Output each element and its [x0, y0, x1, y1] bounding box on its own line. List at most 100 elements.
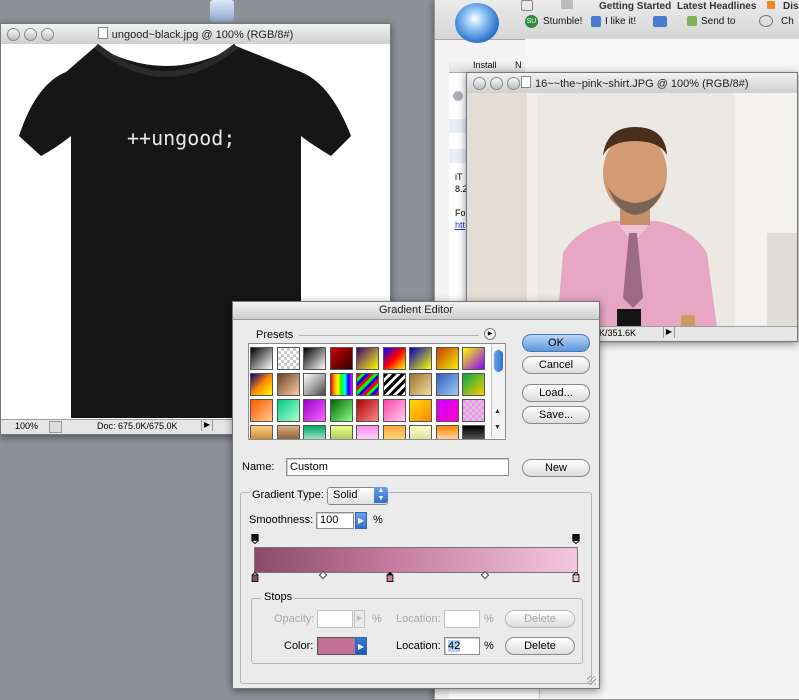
stops-label: Stops: [261, 591, 296, 603]
scroll-up-arrow-icon[interactable]: ▲: [494, 408, 501, 415]
scroll-thumb[interactable]: [494, 350, 503, 372]
preset-swatch[interactable]: [276, 373, 300, 396]
status-menu-arrow-icon[interactable]: ▶: [663, 327, 675, 338]
color-stop-right[interactable]: [572, 572, 580, 582]
preset-swatch[interactable]: [356, 347, 379, 370]
color-delete-button[interactable]: Delete: [505, 637, 575, 655]
color-picker-arrow-icon[interactable]: ▶: [355, 637, 367, 655]
preset-swatch[interactable]: [409, 347, 432, 370]
thumbs-down-icon[interactable]: [653, 16, 667, 27]
status-menu-arrow-icon[interactable]: ▶: [201, 420, 213, 431]
gradient-preview-bar[interactable]: [254, 547, 578, 573]
column-n[interactable]: N: [515, 60, 522, 70]
status-icon[interactable]: [49, 421, 62, 433]
smoothness-input[interactable]: 100: [316, 512, 354, 529]
stumble-icon: SU: [525, 15, 538, 28]
resize-grip-icon[interactable]: [587, 676, 596, 685]
zoom-level[interactable]: 100%: [15, 421, 38, 431]
color-stop-left[interactable]: [251, 572, 259, 582]
bookmarks-bar: Getting Started Latest Headlines Disney: [521, 0, 799, 13]
color-label: Color:: [284, 640, 314, 652]
bookmark-getting-started[interactable]: Getting Started: [599, 1, 671, 12]
preset-swatch[interactable]: [356, 373, 379, 396]
minimize-button[interactable]: [490, 77, 503, 90]
preset-swatch[interactable]: [409, 425, 432, 439]
stop-color-swatch[interactable]: [317, 637, 357, 655]
back-arrow-icon[interactable]: [453, 91, 463, 101]
preset-swatch[interactable]: [329, 347, 353, 370]
gradient-editor-dialog: Gradient Editor Presets ▶ ▲ ▼ OK Cancel …: [232, 301, 600, 689]
preset-swatch[interactable]: [462, 347, 485, 370]
color-location-percent: %: [484, 640, 494, 652]
scroll-down-arrow-icon[interactable]: ▼: [494, 424, 501, 431]
preset-swatch[interactable]: [382, 425, 406, 439]
preset-swatch[interactable]: [382, 347, 406, 370]
opacity-delete-button[interactable]: Delete: [505, 610, 575, 628]
bookmark-disney[interactable]: Disney: [783, 1, 799, 12]
preset-swatch[interactable]: [250, 373, 273, 396]
zoom-button[interactable]: [507, 77, 520, 90]
preset-swatch[interactable]: [409, 399, 432, 422]
preset-swatch[interactable]: [276, 425, 300, 439]
doc1-titlebar[interactable]: ungood~black.jpg @ 100% (RGB/8#): [1, 24, 390, 45]
send-to-button[interactable]: Send to: [701, 16, 735, 27]
opacity-location-input[interactable]: [444, 610, 480, 628]
gradient-type-select[interactable]: Solid ▲ ▼: [327, 487, 388, 505]
preset-swatch[interactable]: [462, 373, 485, 396]
desktop-app-icon[interactable]: [210, 0, 234, 22]
opacity-stop-right[interactable]: [572, 534, 580, 544]
presets-menu-icon[interactable]: ▶: [484, 328, 496, 340]
gradient-name-input[interactable]: Custom: [286, 458, 509, 476]
close-button[interactable]: [473, 77, 486, 90]
preset-swatch[interactable]: [356, 425, 379, 439]
save-button[interactable]: Save...: [522, 406, 590, 424]
stumble-button[interactable]: Stumble!: [543, 16, 582, 27]
load-button[interactable]: Load...: [522, 384, 590, 402]
preset-swatch[interactable]: [329, 425, 353, 439]
color-stop-selected[interactable]: [386, 572, 394, 582]
preset-swatch[interactable]: [329, 373, 353, 396]
cancel-button[interactable]: Cancel: [522, 356, 590, 374]
column-install[interactable]: Install: [473, 60, 497, 70]
preset-swatch[interactable]: [250, 399, 273, 422]
color-location-input[interactable]: 42: [444, 637, 480, 655]
preset-swatch[interactable]: [250, 425, 273, 439]
preset-swatch[interactable]: [435, 425, 459, 439]
preset-swatch[interactable]: [435, 347, 459, 370]
home-icon[interactable]: [521, 0, 533, 11]
preset-swatch[interactable]: [303, 347, 326, 370]
print-icon[interactable]: [561, 0, 573, 9]
gradient-editor-titlebar[interactable]: Gradient Editor: [233, 302, 599, 320]
preset-swatch[interactable]: [435, 373, 459, 396]
document-icon: [521, 76, 531, 88]
smoothness-slider-arrow-icon[interactable]: ▶: [355, 512, 367, 529]
preset-swatch[interactable]: [276, 347, 300, 370]
preset-swatch[interactable]: [329, 399, 353, 422]
toolbar-item-ch[interactable]: Ch: [781, 16, 794, 27]
opacity-stop-left[interactable]: [251, 534, 259, 544]
preset-swatch[interactable]: [409, 373, 432, 396]
preset-swatch[interactable]: [356, 399, 379, 422]
like-button[interactable]: I like it!: [605, 16, 636, 27]
doc2-title: 16~~the~pink~shirt.JPG @ 100% (RGB/8#): [535, 78, 749, 90]
preset-swatch[interactable]: [250, 347, 273, 370]
swatch-container: [250, 347, 490, 439]
opacity-input[interactable]: [317, 610, 353, 628]
ok-button[interactable]: OK: [522, 334, 590, 352]
preset-swatch[interactable]: [382, 373, 406, 396]
doc2-titlebar[interactable]: 16~~the~pink~shirt.JPG @ 100% (RGB/8#): [467, 73, 797, 94]
bookmark-latest-headlines[interactable]: Latest Headlines: [677, 1, 756, 12]
preset-swatch[interactable]: [276, 399, 300, 422]
preset-swatch[interactable]: [382, 399, 406, 422]
color-location-value: 42: [448, 640, 461, 652]
preset-swatch[interactable]: [435, 399, 459, 422]
new-button[interactable]: New: [522, 459, 590, 477]
preset-swatch[interactable]: [303, 399, 326, 422]
preset-swatch[interactable]: [303, 373, 326, 396]
preset-swatch[interactable]: [303, 425, 326, 439]
opacity-location-percent: %: [484, 613, 494, 625]
preset-swatch[interactable]: [462, 425, 485, 439]
preset-swatch[interactable]: [462, 399, 485, 422]
presets-scrollbar[interactable]: ▲ ▼: [491, 344, 505, 438]
opacity-arrow-icon[interactable]: ▶: [354, 610, 365, 628]
